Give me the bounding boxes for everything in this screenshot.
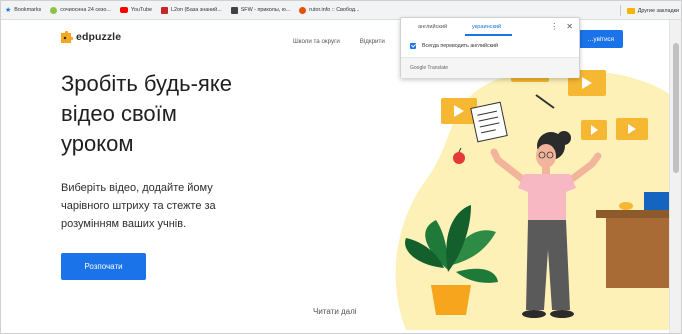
other-bookmarks[interactable]: Другие закладки — [619, 1, 679, 20]
more-options-icon[interactable]: ⋮ — [550, 22, 558, 31]
close-icon[interactable]: ✕ — [566, 22, 573, 31]
translate-controls: ⋮ ✕ — [550, 22, 573, 31]
translate-popup: английский украинский ⋮ ✕ Всегда перевод… — [400, 17, 580, 78]
hero-subtitle: Виберіть відео, додайте йому чарівного ш… — [61, 182, 216, 230]
read-more-link[interactable]: Читати далі — [313, 307, 357, 316]
video-card-icon — [581, 120, 607, 140]
apple-icon — [453, 152, 465, 164]
checkbox-checked-icon[interactable] — [410, 43, 416, 49]
bookmark-label: Bookmarks — [14, 7, 42, 13]
youtube-icon — [119, 7, 128, 13]
bookmark-label: YouTube — [130, 7, 153, 13]
separator — [619, 5, 621, 16]
folder-icon — [626, 7, 635, 14]
browser-window: ★ Bookmarks сочиоснна 24 сезо... YouTube… — [0, 0, 682, 334]
translate-tabs: английский украинский ⋮ ✕ — [401, 18, 581, 38]
hero-illustration — [395, 60, 671, 330]
active-tab-indicator — [465, 34, 512, 36]
favicon-icon — [50, 6, 58, 14]
video-card-icon — [616, 118, 648, 140]
puzzle-logo-icon — [61, 30, 73, 43]
hero-title: Зробіть будь-яке відео своїм уроком — [61, 69, 232, 159]
star-icon: ★ — [5, 7, 12, 14]
bookmark-label: сочиоснна 24 сезо... — [60, 7, 111, 13]
scroll-thumb[interactable] — [673, 43, 679, 173]
bookmark-youtube[interactable]: YouTube — [119, 7, 153, 13]
start-button[interactable]: Розпочати — [61, 253, 146, 280]
logo-text: edpuzzle — [76, 31, 122, 43]
mug-icon — [619, 202, 633, 210]
top-nav: Школи та округи Відкрити — [293, 38, 385, 45]
google-translate-label: Google Translate — [410, 65, 449, 71]
bookmark-label: L2on (База знаний... — [171, 7, 222, 13]
hero-title-line: уроком — [61, 131, 134, 156]
always-translate-label: Всегда переводить английский — [422, 43, 498, 49]
other-bookmarks-label: Другие закладки — [637, 7, 679, 14]
bookmark-label: rutor.info :: Свобод... — [309, 7, 360, 13]
start-button-label: Розпочати — [84, 262, 123, 271]
bookmark-label: SFW - приколы, ю... — [240, 7, 291, 13]
laptop-icon — [644, 192, 670, 210]
favicon-icon — [230, 6, 238, 14]
bookmark-item[interactable]: L2on (База знаний... — [161, 6, 222, 14]
bookmark-item[interactable]: SFW - приколы, ю... — [230, 6, 291, 14]
tab-source-language[interactable]: английский — [418, 24, 447, 30]
edpuzzle-logo[interactable]: edpuzzle — [59, 30, 121, 44]
hero-title-line: Зробіть будь-яке — [61, 71, 232, 96]
bookmark-item[interactable]: сочиоснна 24 сезо... — [50, 6, 111, 14]
favicon-icon — [299, 6, 307, 14]
tab-target-language[interactable]: украинский — [472, 24, 501, 30]
translate-footer: Google Translate — [401, 58, 579, 78]
nav-discover[interactable]: Відкрити — [360, 38, 385, 45]
nav-schools[interactable]: Школи та округи — [293, 38, 340, 45]
hero-title-line: відео своїм — [61, 101, 177, 126]
document-icon — [470, 101, 508, 143]
bookmark-item[interactable]: rutor.info :: Свобод... — [299, 6, 360, 14]
signup-label: …увітися — [587, 35, 614, 43]
page-scrollbar[interactable] — [669, 20, 681, 333]
bookmark-bookmarks[interactable]: ★ Bookmarks — [5, 6, 41, 14]
always-translate-option[interactable]: Всегда переводить английский — [410, 43, 498, 49]
favicon-icon — [161, 6, 169, 14]
